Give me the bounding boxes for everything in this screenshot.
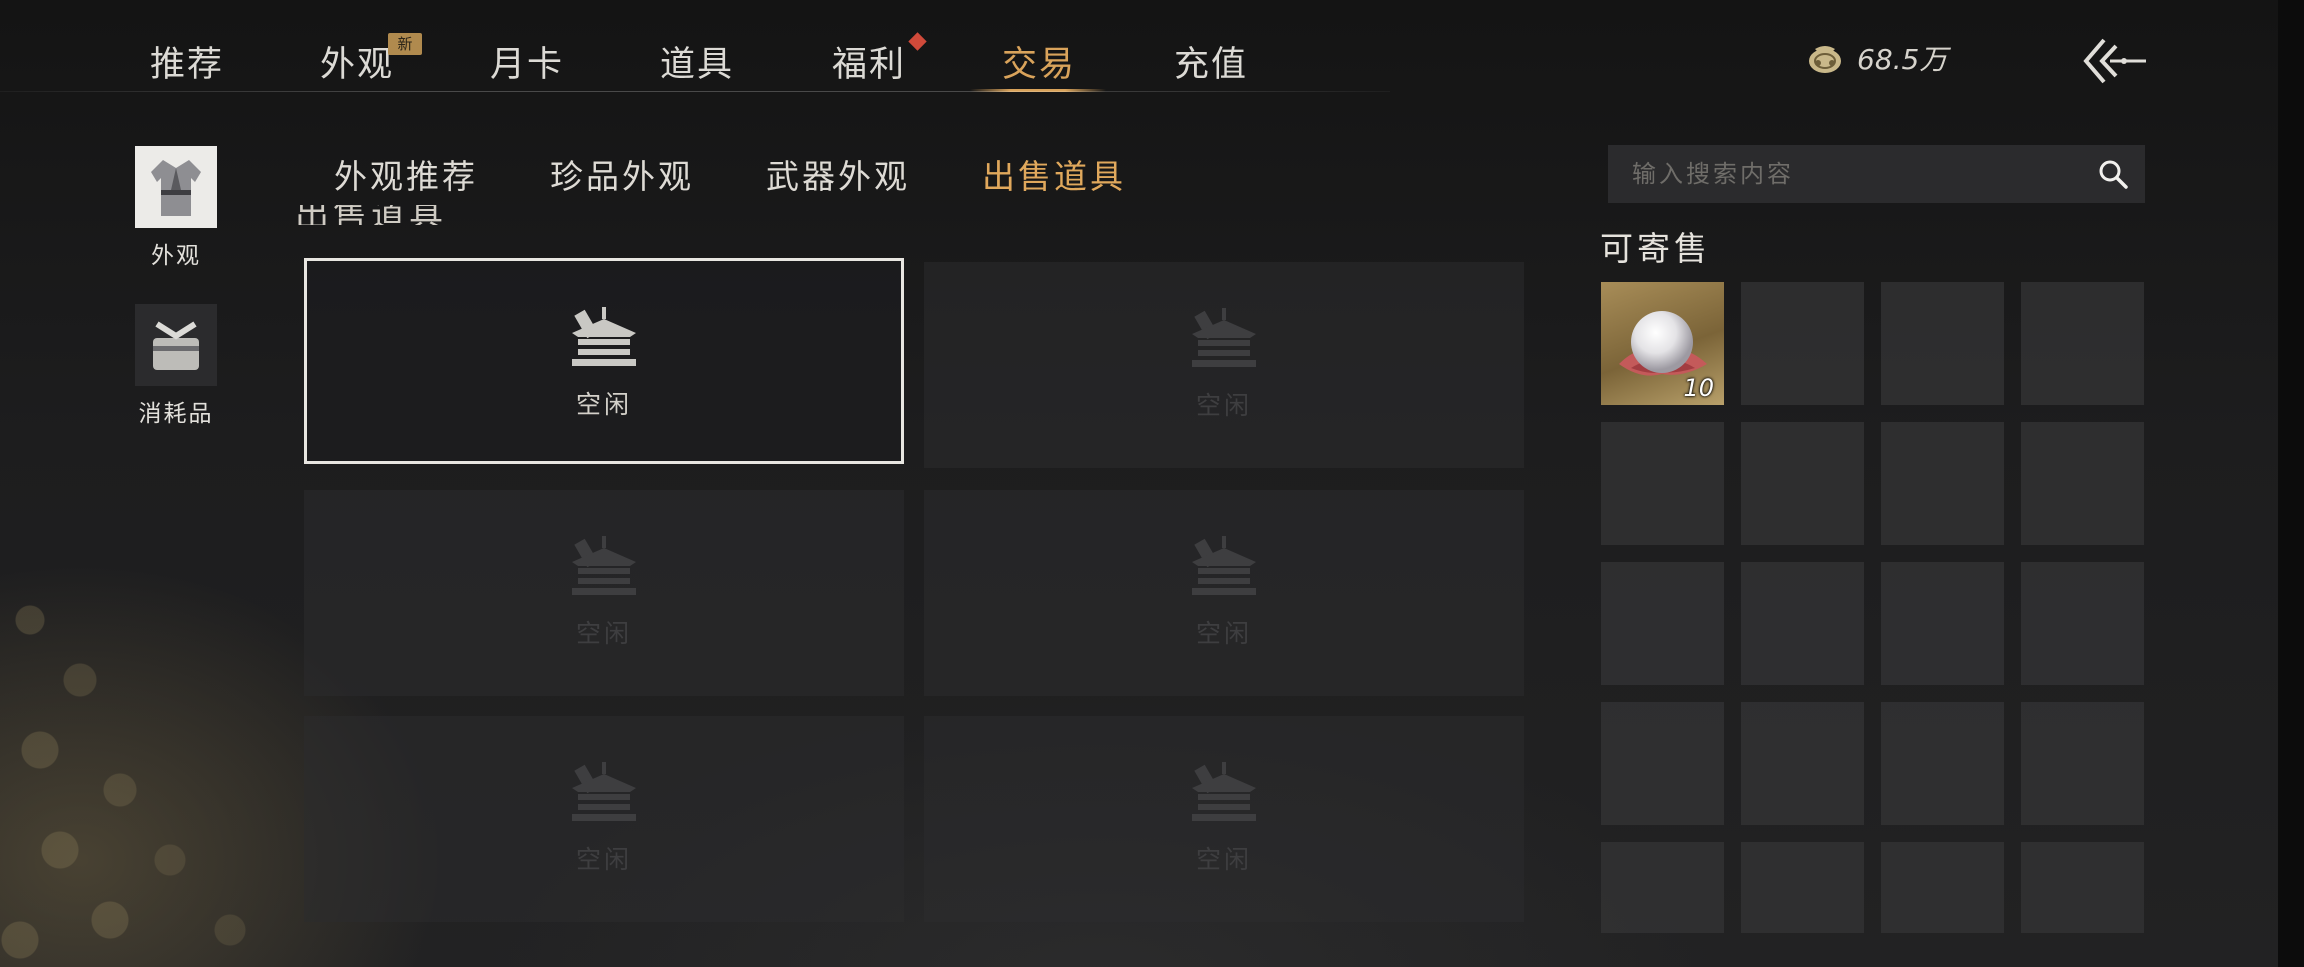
tab-appearance[interactable]: 外观 <box>320 36 394 85</box>
slot-status: 空闲 <box>575 619 632 648</box>
category-appearance[interactable]: 外观 <box>133 146 219 270</box>
coin-pile-decoration <box>0 560 340 967</box>
screen-edge <box>2278 0 2304 967</box>
listing-slot[interactable]: 空闲 <box>304 716 904 922</box>
inventory-cell[interactable] <box>2021 562 2144 685</box>
category-consumables[interactable]: 消耗品 <box>133 304 219 428</box>
back-button[interactable] <box>2080 36 2150 86</box>
stall-icon <box>1192 308 1256 367</box>
subtab-sell-items[interactable]: 出售道具 <box>982 150 1126 198</box>
slot-status: 空闲 <box>575 390 632 419</box>
inventory-cell[interactable] <box>2021 702 2144 825</box>
stall-icon <box>572 307 636 366</box>
slot-status: 空闲 <box>1195 391 1252 420</box>
search-box <box>1608 145 2145 203</box>
listing-slot[interactable]: 空闲 <box>304 258 904 464</box>
inventory-cell[interactable] <box>1601 562 1724 685</box>
inventory-cell[interactable] <box>1601 702 1724 825</box>
tab-monthly-card[interactable]: 月卡 <box>490 36 564 85</box>
slot-status: 空闲 <box>575 845 632 874</box>
stall-icon <box>572 762 636 821</box>
stall-icon <box>1192 536 1256 595</box>
tab-recharge[interactable]: 充值 <box>1174 36 1248 85</box>
inventory-cell[interactable] <box>1881 282 2004 405</box>
listing-slot[interactable]: 空闲 <box>304 490 904 696</box>
category-label: 外观 <box>151 243 201 269</box>
listing-slot[interactable]: 空闲 <box>924 490 1524 696</box>
inventory-cell[interactable] <box>1741 422 1864 545</box>
double-chevron-left-icon <box>2083 38 2146 84</box>
inventory-cell[interactable] <box>2021 842 2144 933</box>
package-icon <box>135 304 217 386</box>
inventory-cell[interactable] <box>1741 562 1864 685</box>
inventory-cell[interactable] <box>1881 562 2004 685</box>
subtab-weapon-appearance[interactable]: 武器外观 <box>766 150 910 198</box>
inventory-cell[interactable] <box>1601 422 1724 545</box>
new-badge: 新 <box>388 33 422 55</box>
inventory-cell[interactable] <box>1601 842 1724 933</box>
inventory-cell[interactable] <box>2021 282 2144 405</box>
nav-divider <box>0 91 1390 92</box>
category-label: 消耗品 <box>138 401 214 427</box>
search-icon[interactable] <box>2097 158 2129 190</box>
listing-header-partial: 出售道具 <box>295 205 447 225</box>
search-input[interactable] <box>1608 145 2102 203</box>
inventory-item[interactable]: 10 <box>1601 282 1724 405</box>
subtab-appearance-recommend[interactable]: 外观推荐 <box>334 150 478 198</box>
red-dot-indicator <box>908 32 927 51</box>
slot-status: 空闲 <box>1195 619 1252 648</box>
stall-icon <box>572 536 636 595</box>
top-nav: 推荐 外观 新 月卡 道具 福利 交易 充值 <box>0 0 1390 92</box>
slot-status: 空闲 <box>1195 845 1252 874</box>
item-count: 10 <box>1683 374 1714 402</box>
stall-icon <box>1192 762 1256 821</box>
inventory-cell[interactable] <box>1881 842 2004 933</box>
tab-recommend[interactable]: 推荐 <box>150 36 224 85</box>
inventory-cell[interactable] <box>1741 842 1864 933</box>
subtab-rare-appearance[interactable]: 珍品外观 <box>550 150 694 198</box>
tab-trade[interactable]: 交易 <box>1002 36 1076 85</box>
coin-pouch-icon <box>1809 46 1841 73</box>
currency-amount: 68.5万 <box>1857 43 1948 76</box>
tab-welfare[interactable]: 福利 <box>832 36 906 85</box>
inventory-cell[interactable] <box>1741 282 1864 405</box>
listing-slot[interactable]: 空闲 <box>924 262 1524 468</box>
listing-slot[interactable]: 空闲 <box>924 716 1524 922</box>
inventory-cell[interactable] <box>1741 702 1864 825</box>
tab-items[interactable]: 道具 <box>660 36 734 85</box>
currency-display: 68.5万 <box>1805 38 1947 78</box>
consignable-title: 可寄售 <box>1600 229 1711 268</box>
inventory-cell[interactable] <box>2021 422 2144 545</box>
inventory-cell[interactable] <box>1881 702 2004 825</box>
inventory-cell[interactable] <box>1881 422 2004 545</box>
robe-icon <box>135 146 217 228</box>
